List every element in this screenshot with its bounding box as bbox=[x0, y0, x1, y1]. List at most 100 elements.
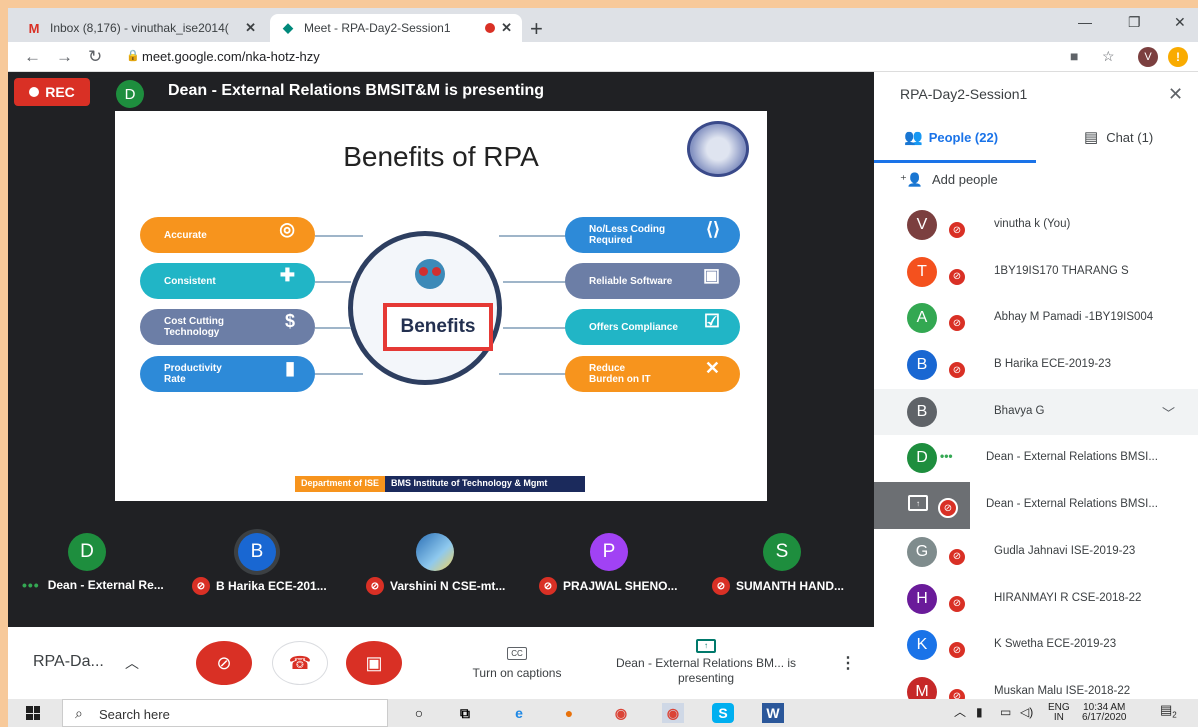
participant-row[interactable]: G ⊘ Gudla Jahnavi ISE-2019-23 bbox=[874, 529, 1198, 576]
active-tab-indicator bbox=[874, 160, 1036, 163]
present-screen-icon: ↑ bbox=[696, 639, 716, 653]
thumbnail-name[interactable]: ⊘ Varshini N CSE-mt... bbox=[366, 577, 505, 595]
url-input[interactable]: meet.google.com/nka-hotz-hzy bbox=[142, 49, 320, 64]
taskbar-search[interactable]: ⌕ Search here bbox=[62, 699, 388, 727]
participant-avatar: B bbox=[907, 350, 937, 381]
chevron-up-icon[interactable]: ︿ bbox=[125, 653, 139, 673]
participant-list: V ⊘ vinutha k (You) T ⊘ 1BY19IS170 THARA… bbox=[874, 202, 1198, 699]
language-indicator[interactable]: ENG IN bbox=[1048, 703, 1070, 723]
connector bbox=[315, 281, 351, 283]
chevron-down-icon[interactable]: ﹀ bbox=[1162, 403, 1175, 422]
participant-avatar: K bbox=[907, 630, 937, 661]
tab-title: Meet - RPA-Day2-Session1 bbox=[304, 21, 451, 35]
tray-network-icon[interactable]: ▮ bbox=[976, 706, 983, 718]
mic-off-icon: ⊘ bbox=[947, 546, 967, 567]
restore-icon[interactable]: ❐ bbox=[1128, 14, 1141, 31]
code-icon: ⟨⟩ bbox=[705, 219, 720, 239]
microphone-toggle-button[interactable]: ⊘ bbox=[196, 641, 252, 685]
participant-name: HIRANMAYI R CSE-2018-22 bbox=[994, 591, 1142, 604]
participant-row[interactable]: T ⊘ 1BY19IS170 THARANG S bbox=[874, 249, 1198, 296]
chrome-icon[interactable]: ◉ bbox=[610, 703, 632, 723]
edge-icon[interactable]: e bbox=[508, 703, 530, 723]
thumbnail-label: B Harika ECE-201... bbox=[216, 579, 327, 593]
recording-badge: REC bbox=[14, 78, 90, 106]
skype-icon[interactable]: S bbox=[712, 703, 734, 723]
firefox-icon[interactable]: ● bbox=[558, 703, 580, 723]
thumbnail-name[interactable]: ⊘ PRAJWAL SHENO... bbox=[539, 577, 677, 595]
close-tab-icon[interactable]: ✕ bbox=[245, 20, 256, 36]
puzzle-icon: ✚ bbox=[279, 265, 295, 285]
benefit-label: Offers Compliance bbox=[589, 321, 678, 333]
participant-row[interactable]: A ⊘ Abhay M Pamadi -1BY19IS004 bbox=[874, 295, 1198, 342]
address-bar: ← → ↻ 🔒 meet.google.com/nka-hotz-hzy ■ ☆… bbox=[8, 42, 1198, 72]
notifications-icon[interactable]: ▤2 bbox=[1160, 703, 1177, 721]
leave-call-button[interactable]: ☎ bbox=[272, 641, 328, 685]
mic-off-icon: ⊘ bbox=[539, 577, 557, 595]
cc-icon: CC bbox=[507, 647, 527, 660]
cortana-icon[interactable]: ○ bbox=[408, 703, 430, 723]
clock[interactable]: 10:34 AM 6/17/2020 bbox=[1082, 703, 1127, 723]
mic-off-icon: ⊘ bbox=[947, 266, 967, 287]
tray-chevron-icon[interactable]: ︿ bbox=[954, 706, 966, 718]
benefits-board: Benefits bbox=[383, 303, 493, 351]
participant-row[interactable]: ↑ ⊘ Dean - External Relations BMSI... bbox=[874, 482, 1198, 529]
meeting-details-button[interactable]: RPA-Da... bbox=[33, 653, 104, 671]
robot-eye bbox=[419, 267, 428, 276]
add-people-button[interactable]: ⁺👤 Add people bbox=[900, 172, 998, 188]
tab-people[interactable]: 👥 People (22) bbox=[904, 128, 998, 146]
presenting-control-button[interactable]: ↑ Dean - External Relations BM... is pre… bbox=[606, 637, 806, 686]
back-icon[interactable]: ← bbox=[24, 47, 41, 67]
participant-row[interactable]: H ⊘ HIRANMAYI R CSE-2018-22 bbox=[874, 576, 1198, 623]
participant-name: Muskan Malu ISE-2018-22 bbox=[994, 684, 1131, 697]
mic-off-icon: ⊘ bbox=[192, 577, 210, 595]
participant-row[interactable]: B Bhavya G ﹀ bbox=[874, 388, 1198, 436]
forward-icon[interactable]: → bbox=[56, 47, 73, 67]
benefit-reduce-burden: Reduce Burden on IT ✕ bbox=[565, 356, 740, 392]
participant-avatar: D bbox=[907, 443, 937, 474]
new-tab-button[interactable]: + bbox=[530, 16, 543, 42]
camera-toggle-button[interactable]: ▣ bbox=[346, 641, 402, 685]
thumbnail-name[interactable]: ••• Dean - External Re... bbox=[22, 577, 164, 593]
more-options-icon[interactable]: ⋮ bbox=[840, 653, 856, 673]
thumbnail-name[interactable]: ⊘ SUMANTH HAND... bbox=[712, 577, 844, 595]
thumbnail-name[interactable]: ⊘ B Harika ECE-201... bbox=[192, 577, 327, 595]
camera-off-icon: ▣ bbox=[365, 652, 383, 673]
tab-meet[interactable]: ◆ Meet - RPA-Day2-Session1 ✕ bbox=[270, 14, 522, 42]
word-icon[interactable]: W bbox=[762, 703, 784, 723]
close-tab-icon[interactable]: ✕ bbox=[501, 20, 512, 36]
participant-name: Bhavya G bbox=[994, 404, 1045, 417]
participant-row[interactable]: B ⊘ B Harika ECE-2019-23 bbox=[874, 342, 1198, 389]
benefit-cost-cutting: Cost Cutting Technology $ bbox=[140, 309, 315, 345]
chrome-active-icon[interactable]: ◉ bbox=[662, 703, 684, 723]
participant-row[interactable]: V ⊘ vinutha k (You) bbox=[874, 202, 1198, 249]
volume-icon[interactable]: ◁) bbox=[1020, 706, 1033, 718]
meet-icon: ◆ bbox=[283, 20, 293, 35]
minimize-icon[interactable]: — bbox=[1078, 14, 1092, 30]
lang-region: IN bbox=[1053, 712, 1064, 723]
people-icon: 👥 bbox=[904, 129, 923, 146]
mic-off-icon: ⊘ bbox=[947, 313, 967, 334]
profile-avatar[interactable]: V bbox=[1138, 47, 1158, 67]
recording-dot-icon bbox=[485, 23, 496, 33]
participant-row[interactable]: D ••• Dean - External Relations BMSI... bbox=[874, 435, 1198, 482]
tab-chat[interactable]: ▤ Chat (1) bbox=[1084, 128, 1153, 146]
benefit-accurate: Accurate ◎ bbox=[140, 217, 315, 253]
slide-footer: Department of ISE BMS Institute of Techn… bbox=[295, 476, 586, 492]
tab-gmail[interactable]: M Inbox (8,176) - vinuthak_ise2014( ✕ bbox=[16, 14, 266, 42]
captions-button[interactable]: CC Turn on captions bbox=[458, 645, 576, 680]
connector bbox=[315, 327, 351, 329]
participant-row[interactable]: K ⊘ K Swetha ECE-2019-23 bbox=[874, 622, 1198, 669]
close-window-icon[interactable]: ✕ bbox=[1174, 14, 1186, 31]
camera-icon[interactable]: ■ bbox=[1070, 48, 1078, 64]
bookmark-star-icon[interactable]: ☆ bbox=[1102, 48, 1115, 65]
warning-icon[interactable]: ! bbox=[1168, 47, 1188, 67]
browser-tab-strip: M Inbox (8,176) - vinuthak_ise2014( ✕ ◆ … bbox=[8, 8, 1198, 42]
tray-display-icon[interactable]: ▭ bbox=[1000, 706, 1011, 718]
close-panel-icon[interactable]: ✕ bbox=[1168, 84, 1183, 105]
task-view-icon[interactable]: ⧉ bbox=[454, 703, 476, 723]
mic-off-icon: ⊘ bbox=[947, 220, 967, 240]
windows-start-icon[interactable] bbox=[26, 706, 40, 720]
participant-row[interactable]: M ⊘ Muskan Malu ISE-2018-22 bbox=[874, 669, 1198, 699]
reload-icon[interactable]: ↻ bbox=[88, 47, 102, 67]
target-icon: ◎ bbox=[279, 219, 295, 239]
